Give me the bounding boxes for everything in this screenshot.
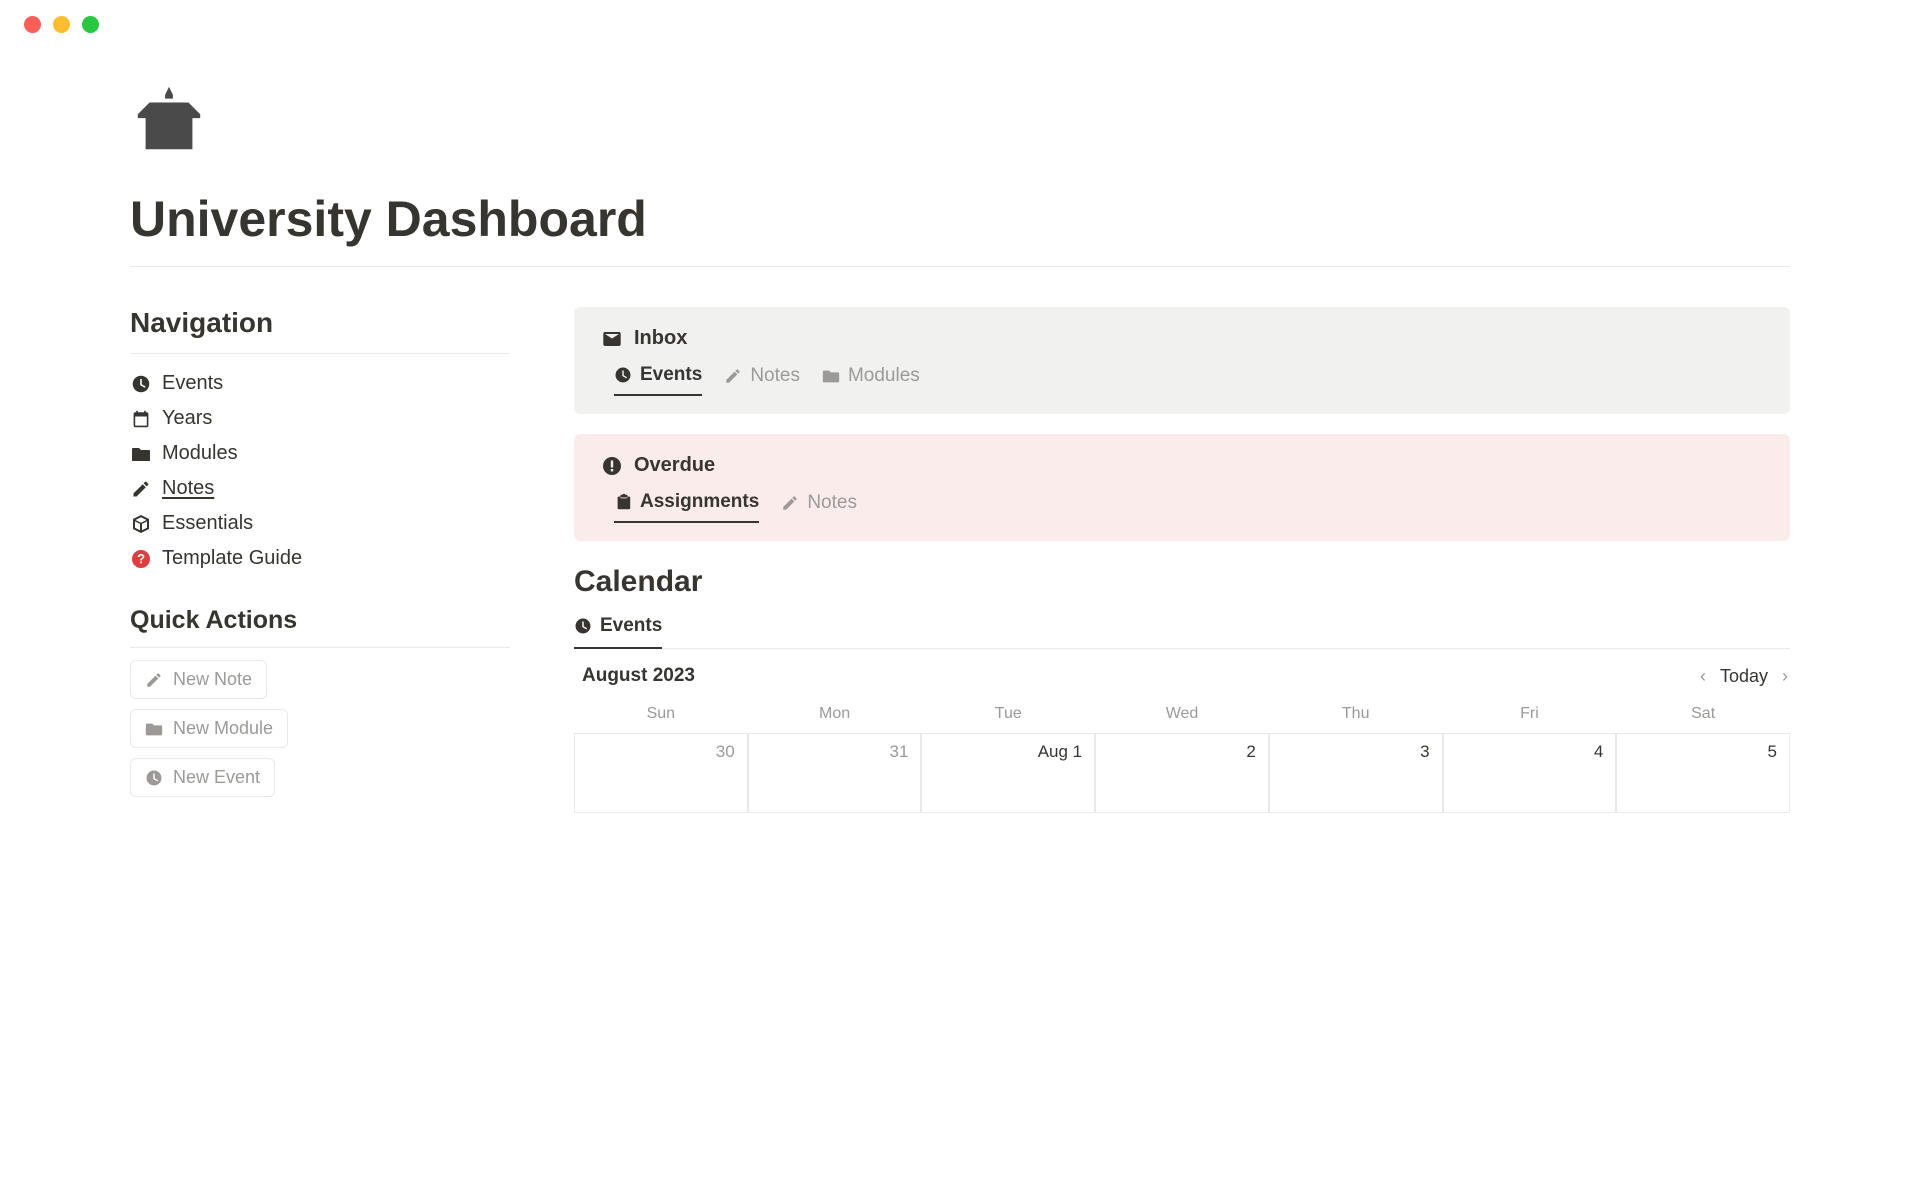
inbox-tabs: Events Notes Modules [602,364,1762,396]
calendar-cell[interactable]: 3 [1269,733,1443,813]
calendar-heading: Calendar [574,565,1790,599]
nav-item-template-guide[interactable]: Template Guide [130,541,510,576]
calendar-tab-events[interactable]: Events [574,615,662,649]
nav-item-modules[interactable]: Modules [130,436,510,471]
close-window-button[interactable] [24,16,41,33]
inbox-title: Inbox [634,327,687,350]
calendar-day-header: Thu [1269,699,1443,733]
calendar-prev-button[interactable]: ‹ [1700,666,1706,687]
nav-item-years[interactable]: Years [130,401,510,436]
navigation-heading: Navigation [130,307,510,339]
nav-label: Events [162,372,223,395]
nav-item-events[interactable]: Events [130,366,510,401]
folder-icon [130,443,152,465]
nav-label: Template Guide [162,547,302,570]
calendar-icon [130,408,152,430]
maximize-window-button[interactable] [82,16,99,33]
overdue-panel: Overdue Assignments Notes [574,434,1790,541]
tab-label: Events [640,364,702,386]
tab-label: Assignments [640,491,759,513]
overdue-title: Overdue [634,454,715,477]
calendar-cell[interactable]: Aug 1 [921,733,1095,813]
inbox-tab-modules[interactable]: Modules [822,364,920,396]
nav-label: Years [162,407,212,430]
window-traffic-lights [0,0,1920,33]
clock-icon [145,769,163,787]
qa-label: New Event [173,767,260,788]
calendar-cells: 3031Aug 12345 [574,733,1790,813]
inbox-icon [602,329,622,349]
nav-item-notes[interactable]: Notes [130,471,510,506]
calendar-day-header: Fri [1443,699,1617,733]
tab-label: Notes [750,365,800,387]
clock-icon [130,373,152,395]
clock-icon [614,366,632,384]
inbox-panel: Inbox Events Notes Modules [574,307,1790,414]
inbox-tab-events[interactable]: Events [614,364,702,396]
inbox-header: Inbox [602,327,1762,350]
calendar-day-headers: SunMonTueWedThuFriSat [574,699,1790,733]
calendar-cell[interactable]: 5 [1616,733,1790,813]
divider [130,353,510,354]
calendar-day-header: Tue [921,699,1095,733]
box-icon [130,513,152,535]
pencil-icon [145,671,163,689]
tab-label: Modules [848,365,920,387]
clipboard-icon [614,493,632,511]
tab-label: Notes [807,492,857,514]
new-module-button[interactable]: New Module [130,709,288,748]
page-title: University Dashboard [130,190,1790,267]
nav-label: Essentials [162,512,253,535]
calendar-cell[interactable]: 2 [1095,733,1269,813]
nav-label: Notes [162,477,214,500]
new-event-button[interactable]: New Event [130,758,275,797]
calendar-day-header: Wed [1095,699,1269,733]
calendar-day-header: Sun [574,699,748,733]
calendar-next-button[interactable]: › [1782,666,1788,687]
calendar-cell[interactable]: 4 [1443,733,1617,813]
pencil-icon [724,367,742,385]
calendar-tabs: Events [574,615,1790,649]
overdue-tab-notes[interactable]: Notes [781,491,857,523]
calendar-month-label: August 2023 [582,665,695,687]
nav-label: Modules [162,442,238,465]
folder-icon [822,367,840,385]
calendar-cell[interactable]: 30 [574,733,748,813]
calendar-cell[interactable]: 31 [748,733,922,813]
overdue-header: Overdue [602,454,1762,477]
tab-label: Events [600,615,662,637]
calendar-day-header: Sat [1616,699,1790,733]
overdue-tabs: Assignments Notes [602,491,1762,523]
nav-item-essentials[interactable]: Essentials [130,506,510,541]
help-icon [130,548,152,570]
quick-actions-heading: Quick Actions [130,606,510,635]
folder-icon [145,720,163,738]
page-icon-school[interactable] [130,83,1790,174]
divider [130,647,510,648]
minimize-window-button[interactable] [53,16,70,33]
clock-icon [574,617,592,635]
inbox-tab-notes[interactable]: Notes [724,364,800,396]
pencil-icon [781,494,799,512]
calendar-day-header: Mon [748,699,922,733]
overdue-tab-assignments[interactable]: Assignments [614,491,759,523]
navigation-list: Events Years Modules Notes Essentials [130,366,510,576]
alert-icon [602,456,622,476]
calendar-today-button[interactable]: Today [1720,666,1768,687]
qa-label: New Note [173,669,252,690]
pencil-icon [130,478,152,500]
qa-label: New Module [173,718,273,739]
new-note-button[interactable]: New Note [130,660,267,699]
